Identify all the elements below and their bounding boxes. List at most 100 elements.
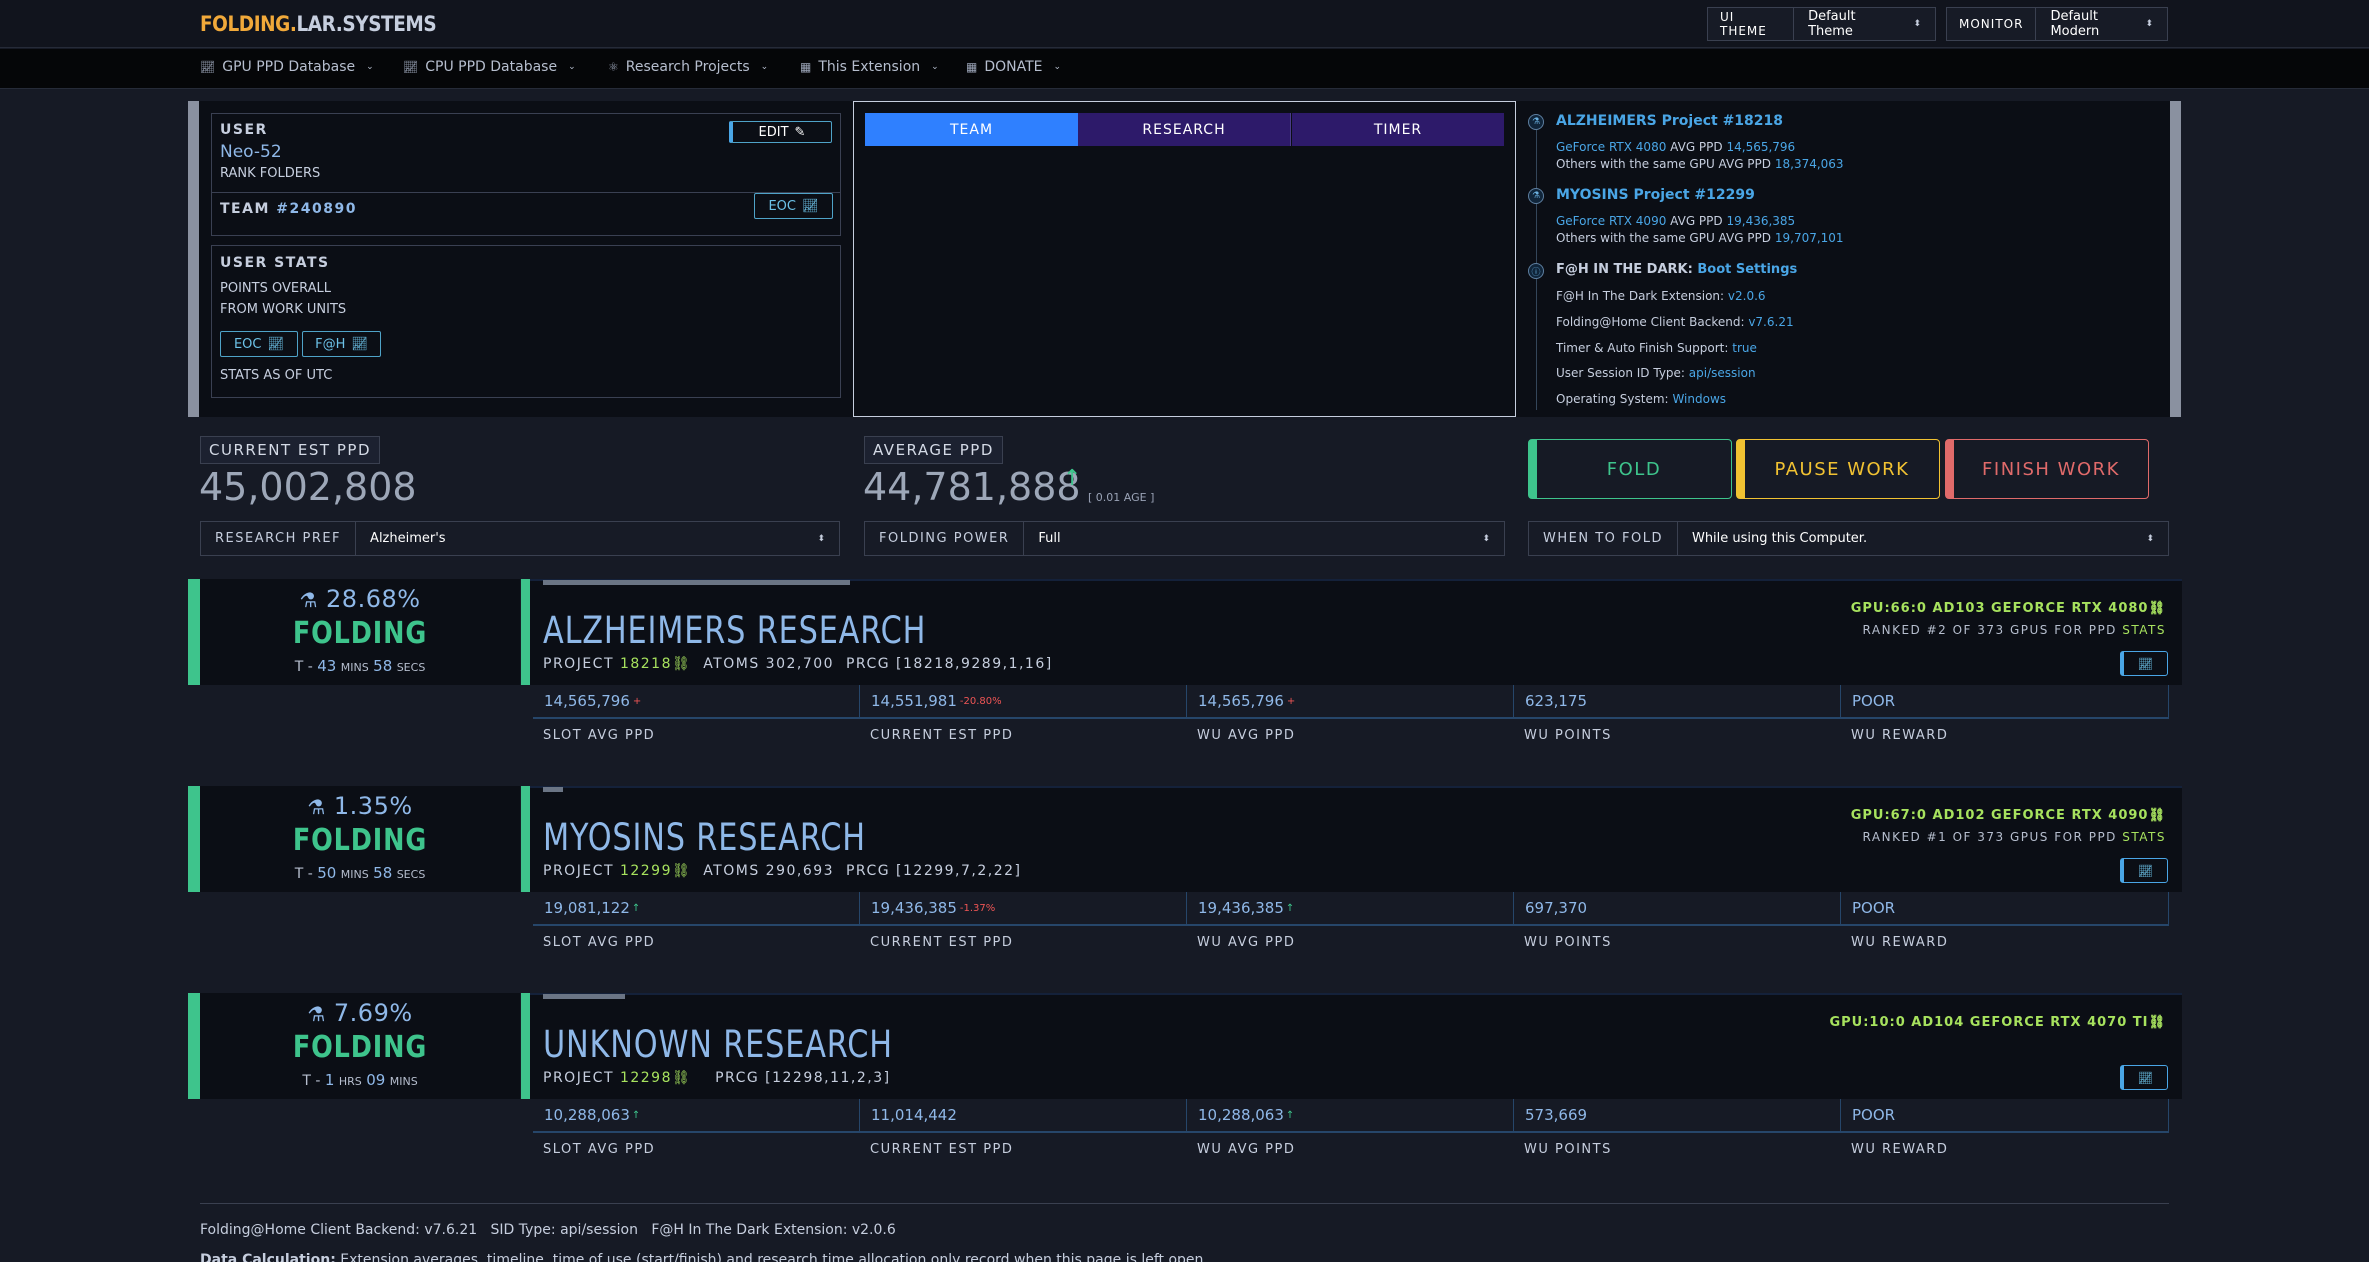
sort-caret-icon: ⬍ <box>2145 19 2153 29</box>
trend-icon: + <box>632 695 642 707</box>
slot-eta: T - 43 MINS 58 SECS <box>294 657 426 675</box>
average-age: [ 0.01 AGE ] <box>1088 491 1155 504</box>
stats-as-of: STATS AS OF UTC <box>220 368 333 383</box>
user-fah-button[interactable]: F@H 📈︎ <box>302 331 381 357</box>
sort-caret-icon: ⬍ <box>1913 19 1921 29</box>
fold-button[interactable]: FOLD <box>1528 439 1732 499</box>
slot-column-label: WU REWARD <box>1851 935 1949 950</box>
project-line: PROJECT 12298⛓ PRCG [12298,11,2,3] <box>543 1070 891 1086</box>
timeline-p1-others: Others with the same GPU AVG PPD 18,374,… <box>1556 157 1844 171</box>
nav-this-extension[interactable]: ▦ This Extension ⌄ <box>800 59 939 75</box>
session-type: User Session ID Type: api/session <box>1556 366 1756 380</box>
edit-button[interactable]: EDIT ✎ <box>729 121 832 143</box>
chart-icon: 📈︎ <box>267 336 285 352</box>
nav-cpu-ppd[interactable]: 📈︎ CPU PPD Database ⌄ <box>403 59 576 75</box>
research-title: ALZHEIMERS RESEARCH <box>543 609 927 652</box>
left-accent-bar <box>188 101 199 417</box>
user-eoc-button[interactable]: EOC 📈︎ <box>220 331 298 357</box>
sort-caret-icon: ⬍ <box>1482 533 1490 544</box>
when-to-fold-select[interactable]: WHEN TO FOLD While using this Computer. ⬍ <box>1528 521 2169 556</box>
team-eoc-button[interactable]: EOC 📈︎ <box>754 193 833 219</box>
slot-value-cell: 573,669 <box>1514 1099 1841 1133</box>
slot-column-label: SLOT AVG PPD <box>543 1142 656 1157</box>
team-label: TEAM #240890 <box>220 201 357 217</box>
slot-value-cell: 14,551,981 -20.80% <box>860 685 1187 719</box>
chart-icon: 📈︎ <box>2137 863 2154 878</box>
monitor-select[interactable]: MONITOR Default Modern ⬍ <box>1946 7 2168 41</box>
project-line: PROJECT 18218⛓ ATOMS 302,700 PRCG [18218… <box>543 656 1053 672</box>
research-pref-select[interactable]: RESEARCH PREF Alzheimer's ⬍ <box>200 521 840 556</box>
slot-value-cell: 10,288,063 ↑ <box>1187 1099 1514 1133</box>
gpu-rank: RANKED #1 OF 373 GPUS FOR PPD STATS <box>1862 830 2166 844</box>
flask-icon: ⚗ <box>307 795 326 819</box>
slot-value-cell: 11,014,442 <box>860 1099 1187 1133</box>
slot-progress-bar <box>543 787 563 792</box>
brand-logo[interactable]: FOLDING.LAR.SYSTEMS <box>200 12 437 36</box>
slot-value-cell: POOR <box>1841 685 2169 719</box>
ext-version: F@H In The Dark Extension: v2.0.6 <box>1556 289 1766 303</box>
slot-status-bar <box>188 579 200 685</box>
slot-column-label: WU AVG PPD <box>1197 935 1296 950</box>
tab-research[interactable]: RESEARCH <box>1078 113 1291 146</box>
slot-column-label: WU REWARD <box>1851 728 1949 743</box>
delta-percent: -1.37% <box>959 902 996 914</box>
gpu-label: GPU:66:0 AD103 GEFORCE RTX 4080⛓ <box>1850 601 2166 616</box>
backend-version: Folding@Home Client Backend: v7.6.21 <box>1556 315 1794 329</box>
chevron-down-icon: ⌄ <box>760 62 769 72</box>
timer-support: Timer & Auto Finish Support: true <box>1556 341 1757 355</box>
chevron-down-icon: ⌄ <box>568 62 576 72</box>
slot-value-cell: POOR <box>1841 1099 2169 1133</box>
flask-icon: ⚗ <box>299 588 318 612</box>
slot-chart-button[interactable]: 📈︎ <box>2120 858 2168 883</box>
research-title: UNKNOWN RESEARCH <box>543 1023 893 1066</box>
ui-theme-select[interactable]: UI THEME Default Theme ⬍ <box>1707 7 1936 41</box>
slot-chart-button[interactable]: 📈︎ <box>2120 651 2168 676</box>
tab-team[interactable]: TEAM <box>865 113 1078 146</box>
folding-power-select[interactable]: FOLDING POWER Full ⬍ <box>864 521 1505 556</box>
slot-value-cell: 14,565,796 + <box>1187 685 1514 719</box>
slot-column-label: SLOT AVG PPD <box>543 728 656 743</box>
atom-icon: ⚛ <box>608 60 619 74</box>
trend-icon: ↑ <box>1285 1109 1295 1121</box>
chart-icon: 📈︎ <box>802 198 819 214</box>
slot-column-label: CURRENT EST PPD <box>870 728 1014 743</box>
points-overall: POINTS OVERALL <box>220 281 331 296</box>
link-icon: ⛓ <box>2148 1015 2166 1030</box>
slot-column-label: WU REWARD <box>1851 1142 1949 1157</box>
nav-research-projects[interactable]: ⚛ Research Projects ⌄ <box>608 59 768 75</box>
slot-column-label: SLOT AVG PPD <box>543 935 656 950</box>
window-icon: ▦ <box>800 60 812 74</box>
slot-value-cell: POOR <box>1841 892 2169 926</box>
line-chart-icon: 📈︎ <box>403 60 419 74</box>
from-work-units: FROM WORK UNITS <box>220 302 347 317</box>
nav-donate[interactable]: ▦ DONATE ⌄ <box>966 59 1061 75</box>
rank-folders: RANK FOLDERS <box>220 166 321 181</box>
slot-column-label: WU POINTS <box>1524 935 1612 950</box>
sort-caret-icon: ⬍ <box>2146 533 2154 544</box>
slot-progress-percent: ⚗ 7.69% <box>307 999 413 1027</box>
pause-work-button[interactable]: PAUSE WORK <box>1736 439 1940 499</box>
slot-status: FOLDING <box>292 616 428 651</box>
gpu-label: GPU:67:0 AD102 GEFORCE RTX 4090⛓ <box>1850 808 2166 823</box>
slot-status: FOLDING <box>292 823 428 858</box>
finish-work-button[interactable]: FINISH WORK <box>1945 439 2149 499</box>
timeline-project-1[interactable]: ALZHEIMERS Project #18218 <box>1556 113 1783 129</box>
gpu-label: GPU:10:0 AD104 GEFORCE RTX 4070 TI⛓ <box>1829 1015 2166 1030</box>
nav-gpu-ppd[interactable]: 📈︎ GPU PPD Database ⌄ <box>200 59 374 75</box>
chevron-down-icon: ⌄ <box>366 62 374 72</box>
slot-value-cell: 623,175 <box>1514 685 1841 719</box>
link-icon: ⛓ <box>2148 808 2166 823</box>
boot-settings-link[interactable]: Boot Settings <box>1697 262 1797 277</box>
slot-column-label: CURRENT EST PPD <box>870 935 1014 950</box>
chart-icon: 📈︎ <box>2137 1070 2154 1085</box>
slot-status-bar <box>188 993 200 1099</box>
slot-value-cell: 19,081,122 ↑ <box>533 892 860 926</box>
slot-eta: T - 1 HRS 09 MINS <box>302 1071 418 1089</box>
timeline-project-2[interactable]: MYOSINS Project #12299 <box>1556 187 1755 203</box>
slot-chart-button[interactable]: 📈︎ <box>2120 1065 2168 1090</box>
slot-value-cell: 19,436,385 -1.37% <box>860 892 1187 926</box>
tab-timer[interactable]: TIMER <box>1292 113 1504 146</box>
flask-icon: ⚗ <box>307 1002 326 1026</box>
slot-column-label: WU AVG PPD <box>1197 1142 1296 1157</box>
flask-icon: ⚗ <box>1528 188 1544 204</box>
